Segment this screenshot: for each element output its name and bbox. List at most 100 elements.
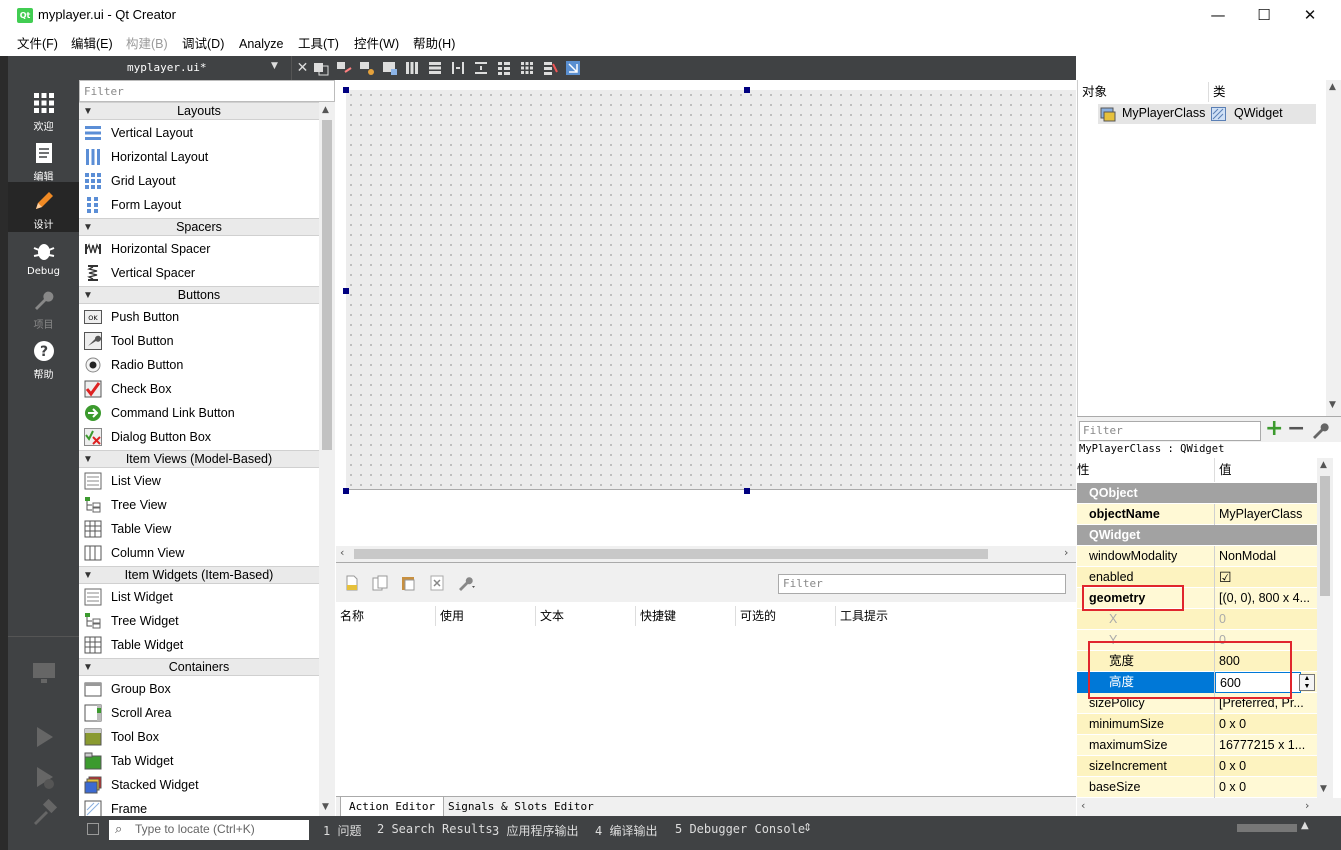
widget-item-table-view[interactable]: Table View bbox=[79, 517, 319, 541]
property-value[interactable]: 0 x 0 bbox=[1215, 714, 1317, 735]
column-header-text[interactable]: 文本 bbox=[536, 606, 636, 626]
property-row-basesize[interactable]: baseSize 0 x 0 bbox=[1077, 777, 1317, 798]
category-spacers[interactable]: ▼ Spacers bbox=[79, 218, 319, 236]
widget-item-vertical-layout[interactable]: Vertical Layout bbox=[79, 121, 319, 145]
layout-splitter-horizontal-icon[interactable] bbox=[450, 60, 466, 76]
widget-item-tool-box[interactable]: Tool Box bbox=[79, 725, 319, 749]
widget-item-tab-widget[interactable]: Tab Widget bbox=[79, 749, 319, 773]
tab-action-editor[interactable]: Action Editor bbox=[340, 797, 445, 817]
up-down-arrows-icon[interactable]: ⇕ bbox=[803, 821, 812, 834]
property-vertical-scrollbar[interactable]: ▲ ▼ bbox=[1317, 458, 1333, 798]
output-pane-search-results[interactable]: 2 Search Results bbox=[377, 822, 493, 836]
open-document-selector[interactable]: myplayer.ui* bbox=[127, 61, 206, 74]
remove-property-icon[interactable]: − bbox=[1287, 417, 1305, 441]
widget-item-dialog-button-box[interactable]: Dialog Button Box bbox=[79, 425, 319, 449]
resize-handle[interactable] bbox=[343, 87, 349, 93]
configure-icon[interactable] bbox=[457, 575, 477, 591]
column-header-name[interactable]: 名称 bbox=[336, 606, 436, 626]
category-item-widgets[interactable]: ▼ Item Widgets (Item-Based) bbox=[79, 566, 319, 584]
category-buttons[interactable]: ▼ Buttons bbox=[79, 286, 319, 304]
monitor-icon[interactable] bbox=[29, 658, 59, 688]
widget-item-horizontal-layout[interactable]: Horizontal Layout bbox=[79, 145, 319, 169]
property-value[interactable]: 16777215 x 1... bbox=[1215, 735, 1317, 756]
property-group-qwidget[interactable]: QWidget bbox=[1077, 525, 1317, 546]
widget-item-command-link-button[interactable]: Command Link Button bbox=[79, 401, 319, 425]
scrollbar-thumb[interactable] bbox=[354, 549, 988, 559]
hammer-icon[interactable] bbox=[29, 798, 59, 828]
column-header-class[interactable]: 类 bbox=[1208, 82, 1226, 102]
editor-horizontal-scrollbar[interactable]: ‹ › bbox=[336, 546, 1076, 562]
widget-item-tree-widget[interactable]: Tree Widget bbox=[79, 609, 319, 633]
property-value[interactable]: [(0, 0), 800 x 4... bbox=[1215, 588, 1317, 609]
category-item-views[interactable]: ▼ Item Views (Model-Based) bbox=[79, 450, 319, 468]
column-header-tooltip[interactable]: 工具提示 bbox=[836, 606, 936, 626]
widget-item-group-box[interactable]: Group Box bbox=[79, 677, 319, 701]
property-row-objectname[interactable]: objectName MyPlayerClass bbox=[1077, 504, 1317, 525]
menu-widgets[interactable]: 控件(W) bbox=[354, 35, 399, 53]
scrollbar-thumb[interactable] bbox=[322, 120, 332, 450]
menu-debug[interactable]: 调试(D) bbox=[182, 35, 224, 53]
break-layout-icon[interactable] bbox=[542, 60, 558, 76]
copy-action-icon[interactable] bbox=[372, 575, 388, 591]
property-row-minimumsize[interactable]: minimumSize 0 x 0 bbox=[1077, 714, 1317, 735]
output-pane-compile-output[interactable]: 4 编译输出 bbox=[595, 822, 657, 839]
menu-analyze[interactable]: Analyze bbox=[239, 35, 283, 53]
property-value[interactable]: 0 bbox=[1215, 609, 1317, 630]
toggle-sidebar-icon[interactable] bbox=[87, 823, 99, 835]
output-pane-application-output[interactable]: 3 应用程序输出 bbox=[492, 822, 578, 839]
widget-item-list-widget[interactable]: List Widget bbox=[79, 585, 319, 609]
chevron-up-icon[interactable]: ▲ bbox=[1329, 82, 1336, 92]
output-pane-debugger-console[interactable]: 5 Debugger Console bbox=[675, 822, 805, 836]
scrollbar-thumb[interactable] bbox=[1320, 476, 1330, 596]
tab-signals-slots-editor[interactable]: Signals & Slots Editor bbox=[440, 797, 602, 817]
menu-help[interactable]: 帮助(H) bbox=[413, 35, 455, 53]
property-row-maximumsize[interactable]: maximumSize 16777215 x 1... bbox=[1077, 735, 1317, 756]
run-icon[interactable] bbox=[29, 722, 59, 752]
mode-design[interactable]: 设计 bbox=[8, 182, 79, 232]
column-header-object[interactable]: 对象 bbox=[1078, 82, 1107, 102]
layout-grid-icon[interactable] bbox=[519, 60, 535, 76]
column-header-property[interactable]: 性 bbox=[1077, 458, 1215, 482]
widget-item-column-view[interactable]: Column View bbox=[79, 541, 319, 565]
checked-checkbox-icon[interactable]: ☑ bbox=[1215, 567, 1317, 588]
layout-splitter-vertical-icon[interactable] bbox=[473, 60, 489, 76]
widget-item-list-view[interactable]: List View bbox=[79, 469, 319, 493]
widget-item-radio-button[interactable]: Radio Button bbox=[79, 353, 319, 377]
chevron-right-icon[interactable]: › bbox=[1305, 799, 1309, 812]
locator-input[interactable]: ⌕ Type to locate (Ctrl+K) bbox=[109, 820, 309, 840]
column-header-checkable[interactable]: 可选的 bbox=[736, 606, 836, 626]
chevron-left-icon[interactable]: ‹ bbox=[1081, 799, 1085, 812]
widget-item-vertical-spacer[interactable]: Vertical Spacer bbox=[79, 261, 319, 285]
resize-handle[interactable] bbox=[343, 288, 349, 294]
minimize-button[interactable]: — bbox=[1195, 0, 1241, 32]
chevron-left-icon[interactable]: ‹ bbox=[340, 546, 344, 559]
chevron-down-icon[interactable]: ▼ bbox=[271, 61, 278, 71]
widget-item-check-box[interactable]: Check Box bbox=[79, 377, 319, 401]
resize-handle[interactable] bbox=[744, 87, 750, 93]
chevron-right-icon[interactable]: › bbox=[1064, 546, 1068, 559]
edit-widgets-icon[interactable] bbox=[313, 60, 329, 76]
mode-welcome[interactable]: 欢迎 bbox=[8, 84, 79, 134]
widget-item-scroll-area[interactable]: Scroll Area bbox=[79, 701, 319, 725]
property-row-x[interactable]: X0 bbox=[1077, 609, 1317, 630]
resize-handle[interactable] bbox=[343, 488, 349, 494]
property-filter-input[interactable]: Filter bbox=[1079, 421, 1261, 441]
layout-form-icon[interactable] bbox=[496, 60, 512, 76]
form-canvas[interactable] bbox=[346, 90, 1076, 490]
debug-run-icon[interactable] bbox=[29, 762, 59, 792]
property-row-windowmodality[interactable]: windowModality NonModal bbox=[1077, 546, 1317, 567]
object-inspector-scrollbar[interactable]: ▲ ▼ bbox=[1326, 80, 1341, 416]
widget-filter-input[interactable]: Filter bbox=[79, 80, 335, 102]
mode-edit[interactable]: 编辑 bbox=[8, 134, 79, 184]
category-layouts[interactable]: ▼ Layouts bbox=[79, 102, 319, 120]
chevron-up-icon[interactable]: ▲ bbox=[1320, 460, 1327, 470]
widget-item-push-button[interactable]: OK Push Button bbox=[79, 305, 319, 329]
menu-file[interactable]: 文件(F) bbox=[17, 35, 58, 53]
widget-item-table-widget[interactable]: Table Widget bbox=[79, 633, 319, 657]
layout-vertical-icon[interactable] bbox=[427, 60, 443, 76]
paste-action-icon[interactable] bbox=[400, 575, 416, 591]
new-action-icon[interactable] bbox=[344, 575, 360, 591]
property-value[interactable]: 0 x 0 bbox=[1215, 756, 1317, 777]
menu-build[interactable]: 构建(B) bbox=[126, 35, 168, 53]
property-group-qobject[interactable]: QObject bbox=[1077, 483, 1317, 504]
